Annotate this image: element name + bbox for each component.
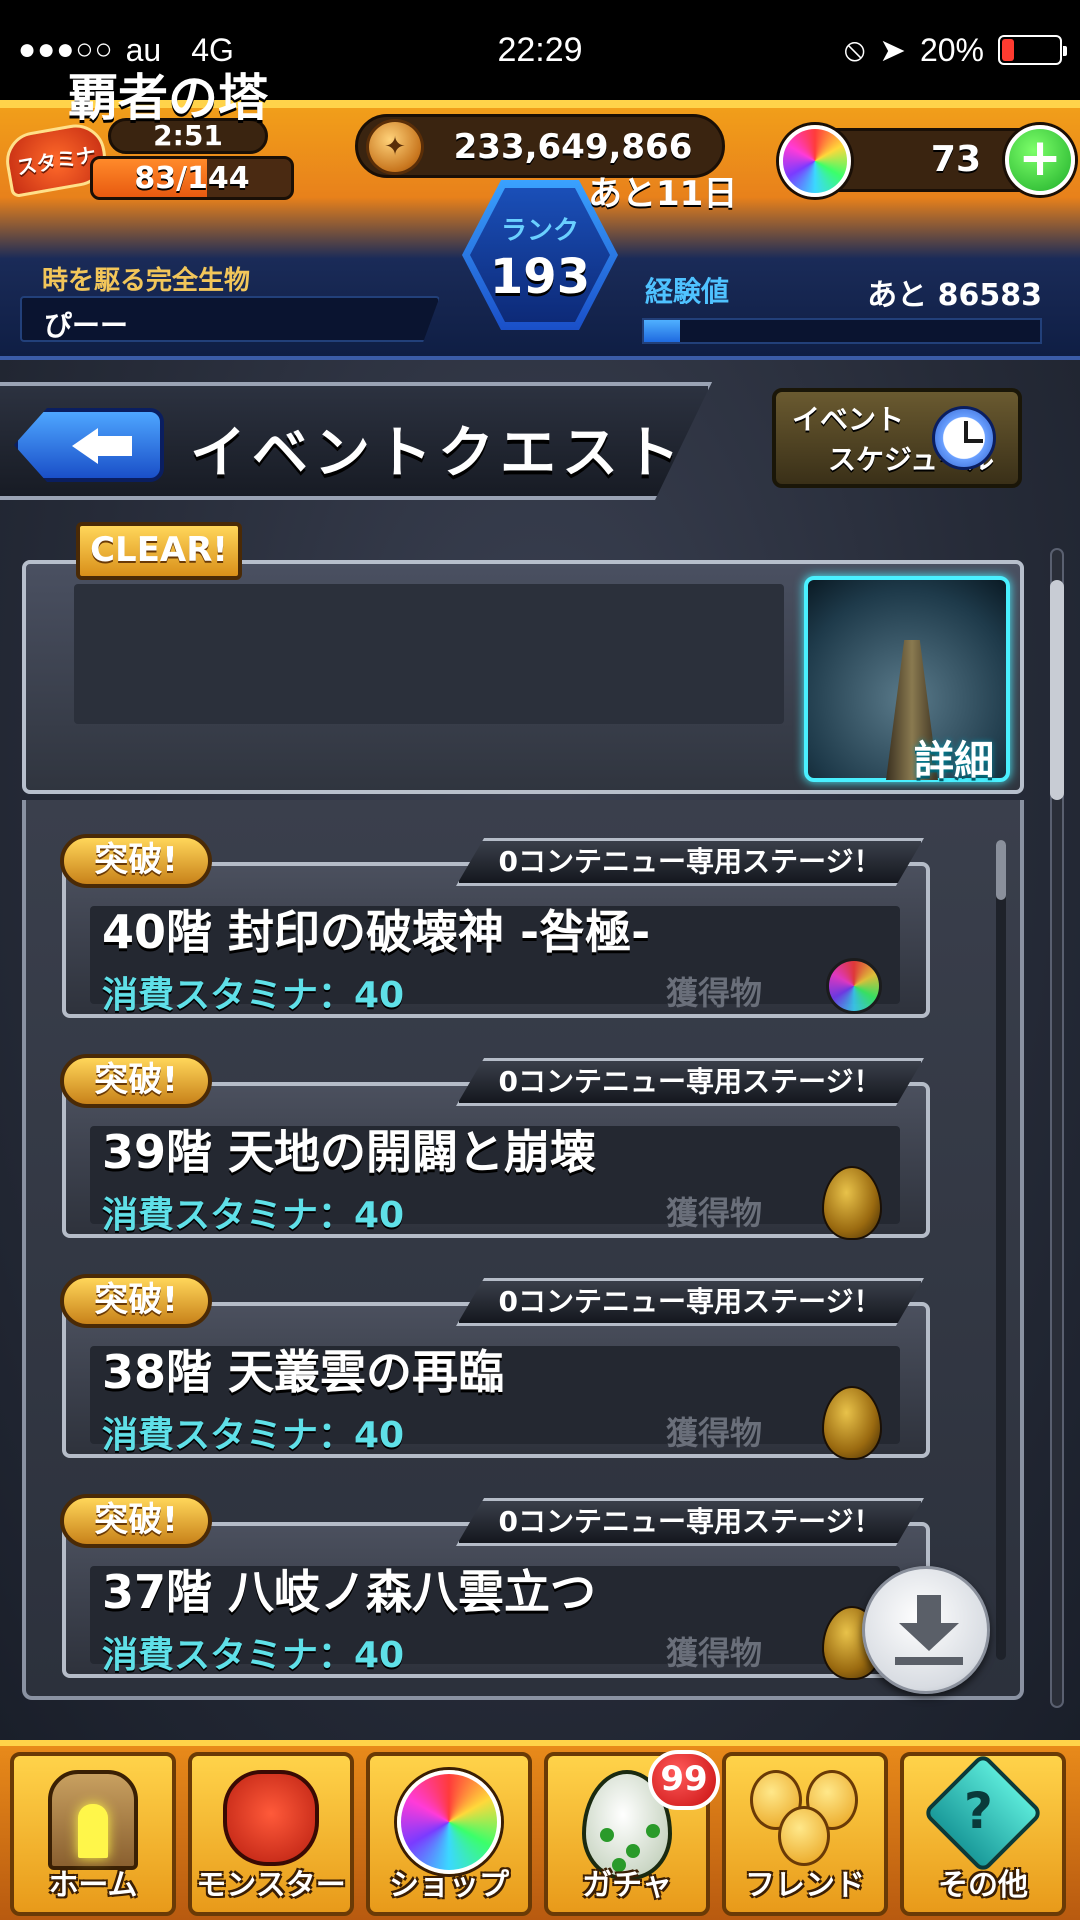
quest-name: 40階 封印の破壊神 -咎極-	[102, 905, 651, 959]
exp-bar	[642, 318, 1042, 344]
rank-label: ランク	[500, 216, 579, 246]
nav-home-label: ホーム	[48, 1868, 138, 1903]
nav-home[interactable]: ホーム	[10, 1752, 176, 1916]
nav-friend-label: フレンド	[745, 1868, 865, 1903]
nav-monster[interactable]: モンスター	[188, 1752, 354, 1916]
player-name-box: ぴーー	[20, 296, 440, 342]
scroll-down-button[interactable]	[862, 1566, 990, 1694]
nav-friend[interactable]: フレンド	[722, 1752, 888, 1916]
location-icon: ➤	[879, 32, 906, 68]
quest-reward-label: 獲得物	[666, 1634, 763, 1672]
stamina-value: 83/144	[134, 161, 250, 196]
clock-icon	[932, 406, 996, 470]
no-continue-tag: 0コンテニュー専用ステージ！	[456, 1058, 924, 1106]
question-icon: ?	[922, 1752, 1044, 1874]
back-arrow-icon	[72, 428, 98, 464]
break-badge: 突破!	[60, 1274, 212, 1328]
coin-value: 233,649,866	[453, 127, 693, 167]
battery-level-fill	[1002, 39, 1014, 61]
home-icon	[48, 1770, 138, 1870]
event-schedule-button[interactable]: イベント スケジュール	[772, 388, 1022, 488]
stamina-bar: 83/144	[90, 156, 294, 200]
page-title: イベントクエスト	[190, 421, 686, 486]
quest-name: 37階 八岐ノ森八雲立つ	[102, 1565, 597, 1619]
break-badge: 突破!	[60, 834, 212, 888]
orb-display: 73 +	[779, 125, 1075, 197]
battery-percent: 20%	[919, 31, 984, 68]
exp-label: 経験値	[645, 275, 730, 308]
gacha-count-badge: 99	[648, 1750, 720, 1810]
quest-name: 39階 天地の開闢と崩壊	[102, 1125, 597, 1179]
rotation-lock-icon: ⦸	[844, 31, 866, 67]
nav-gacha-label: ガチャ	[582, 1868, 672, 1903]
shop-orb-icon	[397, 1770, 501, 1874]
event-title-box	[74, 584, 784, 724]
reward-orb-icon	[826, 958, 882, 1014]
break-badge: 突破!	[60, 1494, 212, 1548]
detail-button[interactable]: 詳細	[914, 728, 994, 786]
break-badge: 突破!	[60, 1054, 212, 1108]
player-name: ぴーー	[44, 309, 129, 342]
no-continue-tag: 0コンテニュー専用ステージ！	[456, 838, 924, 886]
exp-remaining: あと 86583	[867, 278, 1042, 313]
down-arrow-icon	[917, 1595, 941, 1625]
stamina-display[interactable]: 2:51 83/144	[90, 118, 294, 206]
clear-badge: CLEAR!	[76, 522, 242, 580]
no-continue-tag: 0コンテニュー専用ステージ！	[456, 1498, 924, 1546]
quest-list-scrollbar[interactable]	[996, 840, 1006, 1660]
nav-other[interactable]: ? その他	[900, 1752, 1066, 1916]
quest-reward-label: 獲得物	[666, 974, 763, 1012]
nav-shop[interactable]: ショップ	[366, 1752, 532, 1916]
rank-value: 193	[489, 249, 591, 305]
player-header: スタミナ 2:51 83/144 ✦ 233,649,866 73 + ランク …	[0, 100, 1080, 360]
player-title: 時を駆る完全生物	[42, 266, 251, 296]
quest-list-scrollbar-thumb[interactable]	[996, 840, 1006, 900]
nav-shop-label: ショップ	[389, 1868, 509, 1903]
battery-icon	[998, 35, 1067, 65]
quest-stamina-cost: 消費スタミナ：40	[102, 975, 405, 1016]
friend-icon	[750, 1770, 860, 1874]
quest-reward-label: 獲得物	[666, 1414, 763, 1452]
quest-stamina-cost: 消費スタミナ：40	[102, 1635, 405, 1676]
event-name: 覇者の塔	[68, 69, 268, 127]
quest-stamina-cost: 消費スタミナ：40	[102, 1415, 405, 1456]
quest-name: 38階 天叢雲の再臨	[102, 1345, 505, 1399]
nav-monster-label: モンスター	[196, 1868, 346, 1903]
no-continue-tag: 0コンテニュー専用ステージ！	[456, 1278, 924, 1326]
quest-stamina-cost: 消費スタミナ：40	[102, 1195, 405, 1236]
orb-icon	[779, 125, 851, 197]
nav-other-label: その他	[938, 1868, 1028, 1903]
quest-reward-label: 獲得物	[666, 1194, 763, 1232]
exp-bar-fill	[644, 320, 680, 342]
event-remaining-days: あと11日	[588, 174, 738, 214]
orb-value: 73	[930, 139, 981, 180]
add-orb-button[interactable]: +	[1005, 125, 1075, 195]
page-scrollbar-thumb[interactable]	[1050, 580, 1064, 800]
monster-icon	[223, 1770, 319, 1866]
coin-icon: ✦	[366, 119, 424, 175]
